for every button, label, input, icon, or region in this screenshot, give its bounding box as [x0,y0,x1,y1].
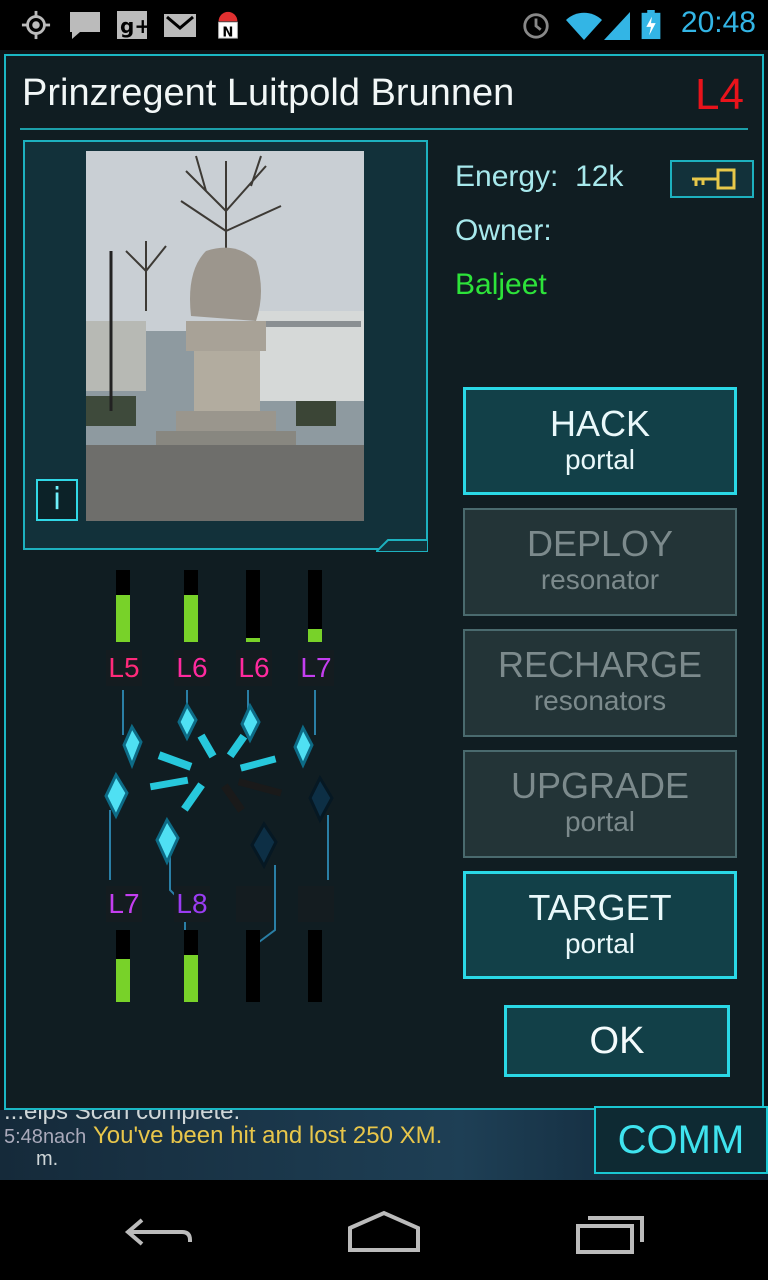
action-label: TARGET [528,887,672,928]
key-icon [692,168,736,190]
resonator-crystals [104,701,334,870]
energy-label: Energy: 12k [455,160,624,193]
key-button[interactable] [670,160,754,198]
deploy-button[interactable]: DEPLOY resonator [463,508,737,616]
gmail-icon [164,14,196,37]
energy-fill [184,955,198,1002]
wifi-icon [566,12,602,40]
bottom-resonator-level-1: L8 [174,886,210,922]
energy-fill [308,629,322,642]
portal-photo[interactable] [86,151,364,521]
top-resonator-level-0: L5 [106,650,142,686]
portal-name: Prinzregent Luitpold Brunnen [22,72,515,114]
svg-text:g+: g+ [120,14,148,38]
recent-apps-icon[interactable] [572,1212,648,1256]
android-notification-icon: N [218,11,238,40]
alarm-icon [523,13,549,39]
action-label: DEPLOY [526,523,674,564]
bottom-resonator-energy-bar-1 [184,930,198,1002]
upgrade-button[interactable]: UPGRADE portal [463,750,737,858]
recharge-button[interactable]: RECHARGE resonators [463,629,737,737]
bottom-resonator-energy-bar-2 [246,930,260,1002]
photo-frame-notch [376,539,428,552]
action-sublabel: resonators [533,685,667,716]
owner-label: Owner: [455,214,552,247]
home-icon[interactable] [344,1210,424,1254]
signal-icon [604,12,630,40]
chat-icon [70,12,100,39]
energy-fill [246,638,260,642]
action-sublabel: resonator [540,564,660,595]
portal-info-button[interactable]: i [36,479,78,521]
bottom-resonator-energy-bar-3 [308,930,322,1002]
top-resonator-energy-bar-1 [184,570,198,642]
top-resonator-energy-bar-3 [308,570,322,642]
top-resonator-level-2: L6 [236,650,272,686]
google-plus-icon: g+ [117,11,148,39]
top-resonator-level-1: L6 [174,650,210,686]
energy-fill [116,959,130,1002]
energy-value: 12k [575,160,624,193]
top-resonator-energy-bar-2 [246,570,260,642]
title-divider [20,128,748,130]
portal-level: L4 [695,70,744,119]
action-label: RECHARGE [497,644,703,685]
gps-icon [21,10,51,40]
action-sublabel: portal [564,928,636,959]
hack-button[interactable]: HACK portal [463,387,737,495]
clock: 20:48 [680,6,756,39]
svg-text:N: N [222,25,233,40]
action-sublabel: portal [564,806,636,837]
top-resonator-level-3: L7 [298,650,334,686]
action-sublabel: portal [564,444,636,475]
bottom-resonator-level-3 [298,886,334,922]
action-label: UPGRADE [510,765,690,806]
navigation-bar [0,1180,768,1280]
owner-name[interactable]: Baljeet [455,268,547,302]
target-button[interactable]: TARGET portal [463,871,737,979]
back-icon[interactable] [120,1212,196,1252]
bottom-resonator-energy-bar-0 [116,930,130,1002]
ok-button[interactable]: OK [504,1005,730,1077]
bottom-resonator-level-2 [236,886,272,922]
energy-fill [116,595,130,642]
energy-fill [184,595,198,642]
battery-charging-icon [641,10,661,40]
action-label: HACK [549,403,651,444]
comm-line-2: 5:48nach You've been hit and lost 250 XM… [4,1122,443,1149]
top-resonator-energy-bar-0 [116,570,130,642]
status-bar: g+ N 20:48 [0,0,768,50]
comm-button[interactable]: COMM [594,1106,768,1174]
comm-line-3: m. [36,1148,59,1170]
bottom-resonator-level-0: L7 [106,886,142,922]
